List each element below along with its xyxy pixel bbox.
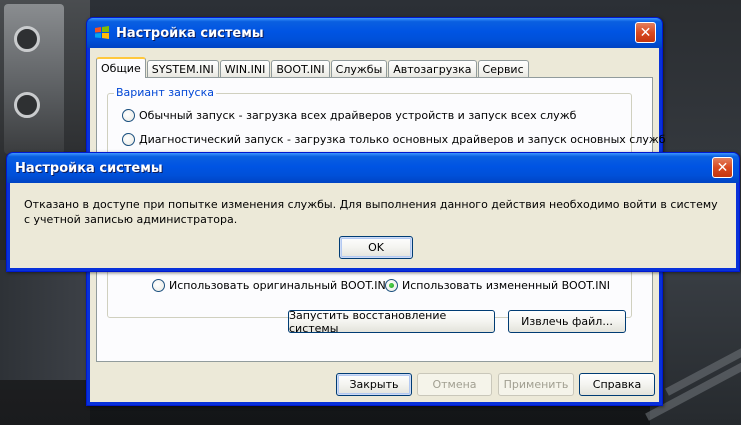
tab-boot-ini[interactable]: BOOT.INI bbox=[271, 60, 330, 78]
windows-flag-icon bbox=[93, 25, 111, 41]
tab-services[interactable]: Службы bbox=[330, 60, 388, 78]
access-denied-dialog: Настройка системы ✕ Отказано в доступе п… bbox=[6, 152, 740, 272]
radio-button[interactable] bbox=[152, 279, 165, 292]
dialog-message: Отказано в доступе при попытке изменения… bbox=[24, 198, 718, 226]
system-restore-button[interactable]: Запустить восстановление системы bbox=[288, 309, 495, 335]
help-button[interactable]: Справка bbox=[579, 373, 655, 396]
tab-win-ini[interactable]: WIN.INI bbox=[219, 60, 271, 78]
option-label: Использовать измененный BOOT.INI bbox=[402, 279, 610, 292]
ok-button[interactable]: OK bbox=[339, 236, 413, 259]
reel-image bbox=[14, 26, 40, 52]
graffiti-wall-image bbox=[0, 260, 90, 380]
option-label: Использовать оригинальный BOOT.INI bbox=[169, 279, 389, 292]
close-dialog-button[interactable]: ✕ bbox=[712, 157, 733, 178]
dialog-body: Отказано в доступе при попытке изменения… bbox=[10, 183, 736, 268]
window-titlebar[interactable]: Настройка системы bbox=[87, 18, 662, 48]
tab-general[interactable]: Общие bbox=[96, 57, 146, 78]
dialog-titlebar[interactable]: Настройка системы bbox=[7, 153, 739, 183]
window-title: Настройка системы bbox=[116, 25, 264, 41]
tab-startup[interactable]: Автозагрузка bbox=[388, 60, 477, 78]
tape-machine-image bbox=[4, 4, 64, 154]
cancel-button[interactable]: Отмена bbox=[417, 373, 492, 396]
option-label: Диагностический запуск - загрузка только… bbox=[139, 133, 666, 146]
tab-tools[interactable]: Сервис bbox=[477, 60, 529, 78]
radio-button[interactable] bbox=[122, 133, 135, 146]
diagnostic-startup-option[interactable]: Диагностический запуск - загрузка только… bbox=[122, 133, 666, 146]
group-legend: Вариант запуска bbox=[114, 86, 216, 99]
option-label: Обычный запуск - загрузка всех драйверов… bbox=[139, 109, 577, 122]
normal-startup-option[interactable]: Обычный запуск - загрузка всех драйверов… bbox=[122, 109, 576, 122]
tab-system-ini[interactable]: SYSTEM.INI bbox=[146, 60, 219, 78]
dialog-title: Настройка системы bbox=[15, 160, 163, 176]
apply-button[interactable]: Применить bbox=[498, 373, 574, 396]
close-icon: ✕ bbox=[716, 159, 729, 176]
close-window-button[interactable]: ✕ bbox=[635, 22, 656, 43]
extract-file-button[interactable]: Извлечь файл... bbox=[508, 310, 626, 333]
close-button[interactable]: Закрыть bbox=[336, 373, 412, 396]
radio-button-checked[interactable] bbox=[385, 279, 398, 292]
reel-image bbox=[14, 92, 40, 118]
radio-button[interactable] bbox=[122, 109, 135, 122]
close-icon: ✕ bbox=[639, 24, 652, 41]
tab-strip: Общие SYSTEM.INI WIN.INI BOOT.INI Службы… bbox=[96, 57, 530, 78]
use-modified-boot-ini-option[interactable]: Использовать измененный BOOT.INI bbox=[385, 279, 610, 292]
use-original-boot-ini-option[interactable]: Использовать оригинальный BOOT.INI bbox=[152, 279, 389, 292]
